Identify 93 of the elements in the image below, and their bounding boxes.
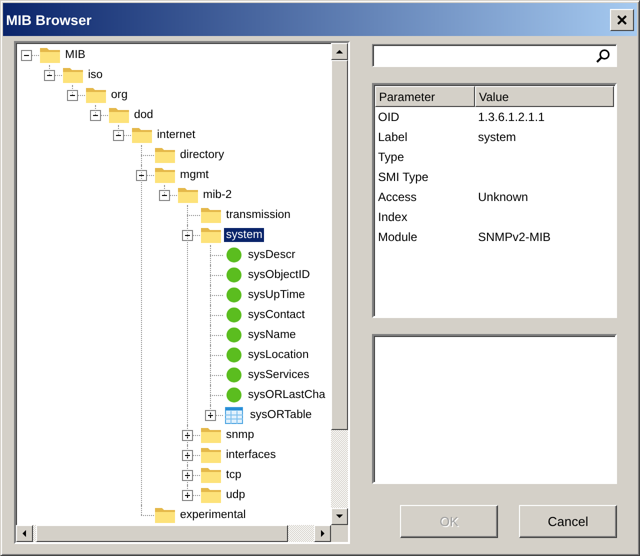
tree-item[interactable]: sysUpTime: [246, 288, 308, 302]
right-arrow-icon: [319, 530, 326, 537]
tree-item[interactable]: experimental: [178, 508, 248, 522]
left-arrow-icon: [21, 530, 28, 537]
node-dot-icon: [226, 387, 242, 403]
tree-item[interactable]: mgmt: [178, 168, 211, 182]
tree-item[interactable]: sysORLastCha: [246, 388, 328, 402]
folder-icon: [154, 166, 176, 184]
folder-icon: [200, 466, 222, 484]
folder-icon: [200, 426, 222, 444]
folder-icon: [200, 226, 222, 244]
tree-item[interactable]: system: [224, 228, 264, 242]
column-header[interactable]: Parameter: [375, 86, 475, 107]
collapse-icon[interactable]: [113, 130, 124, 140]
tree-item[interactable]: dod: [132, 108, 156, 122]
parameter-cell-text: Index: [377, 210, 408, 224]
collapse-icon[interactable]: [182, 230, 193, 240]
tree-item[interactable]: sysServices: [246, 368, 312, 382]
tree-item[interactable]: sysObjectID: [246, 268, 312, 282]
tree-item[interactable]: directory: [178, 148, 226, 162]
window-title: MIB Browser: [6, 12, 92, 28]
tree-item[interactable]: org: [109, 88, 130, 102]
folder-icon: [85, 86, 107, 104]
node-dot-icon: [226, 327, 242, 343]
parameter-cell-text: SMI Type: [377, 170, 430, 184]
parameter-cell-text: Module: [377, 230, 418, 244]
column-header[interactable]: Value: [475, 86, 614, 107]
folder-icon: [131, 126, 153, 144]
cancel-button[interactable]: Cancel: [519, 505, 617, 538]
tree-item[interactable]: sysORTable: [248, 408, 314, 422]
horizontal-scrollbar[interactable]: [16, 525, 331, 542]
value-cell-text: 1.3.6.1.2.1.1: [477, 110, 546, 124]
expand-icon[interactable]: [182, 470, 193, 480]
tree-item[interactable]: mib-2: [201, 188, 234, 202]
search-icon[interactable]: [596, 48, 610, 62]
folder-icon: [177, 186, 199, 204]
tree-item[interactable]: iso: [86, 68, 105, 82]
expand-icon[interactable]: [182, 490, 193, 500]
expand-icon[interactable]: [182, 450, 193, 460]
table-icon: [225, 406, 243, 424]
tree-item[interactable]: transmission: [224, 208, 293, 222]
expand-icon[interactable]: [205, 410, 216, 420]
parameter-cell-text: Label: [377, 130, 408, 144]
node-dot-icon: [226, 267, 242, 283]
tree-item[interactable]: tcp: [224, 468, 244, 482]
tree-item[interactable]: udp: [224, 488, 248, 502]
tree-item[interactable]: sysName: [246, 328, 298, 342]
expand-icon[interactable]: [182, 430, 193, 440]
scroll-thumb[interactable]: [36, 525, 288, 542]
tree-item[interactable]: sysLocation: [246, 348, 311, 362]
collapse-icon[interactable]: [21, 50, 32, 60]
collapse-icon[interactable]: [159, 190, 170, 200]
scrollbar-corner: [331, 525, 348, 542]
parameter-cell-text: Access: [377, 190, 418, 204]
parameter-cell-text: Type: [377, 150, 406, 164]
close-icon: [617, 14, 627, 24]
node-dot-icon: [226, 347, 242, 363]
down-arrow-icon: [336, 513, 343, 520]
folder-icon: [108, 106, 130, 124]
folder-icon: [200, 206, 222, 224]
scroll-up-button[interactable]: [331, 43, 348, 60]
value-cell-text: SNMPv2-MIB: [477, 230, 552, 244]
scroll-left-button[interactable]: [16, 525, 33, 542]
value-cell-text: system: [477, 130, 518, 144]
up-arrow-icon: [336, 48, 343, 55]
node-dot-icon: [226, 307, 242, 323]
scroll-right-button[interactable]: [314, 525, 331, 542]
collapse-icon[interactable]: [67, 90, 78, 100]
folder-icon: [154, 146, 176, 164]
collapse-icon[interactable]: [44, 70, 55, 80]
collapse-icon[interactable]: [90, 110, 101, 120]
tree-item[interactable]: sysContact: [246, 308, 307, 322]
tree-item[interactable]: snmp: [224, 428, 256, 442]
collapse-icon[interactable]: [136, 170, 147, 180]
folder-icon: [154, 506, 176, 524]
vertical-scrollbar[interactable]: [331, 43, 348, 525]
node-dot-icon: [226, 247, 242, 263]
folder-icon: [39, 46, 61, 64]
close-button[interactable]: [610, 8, 634, 30]
scroll-thumb[interactable]: [331, 60, 348, 430]
tree-item[interactable]: MIB: [63, 48, 88, 62]
value-cell-text: Unknown: [477, 190, 530, 204]
folder-icon: [200, 446, 222, 464]
parameter-cell-text: OID: [377, 110, 400, 124]
tree-item[interactable]: sysDescr: [246, 248, 298, 262]
tree-item[interactable]: interfaces: [224, 448, 278, 462]
tree-item[interactable]: internet: [155, 128, 198, 142]
node-dot-icon: [226, 287, 242, 303]
folder-icon: [200, 486, 222, 504]
scroll-down-button[interactable]: [331, 508, 348, 525]
search-field[interactable]: [372, 44, 617, 67]
node-dot-icon: [226, 367, 242, 383]
folder-icon: [62, 66, 84, 84]
